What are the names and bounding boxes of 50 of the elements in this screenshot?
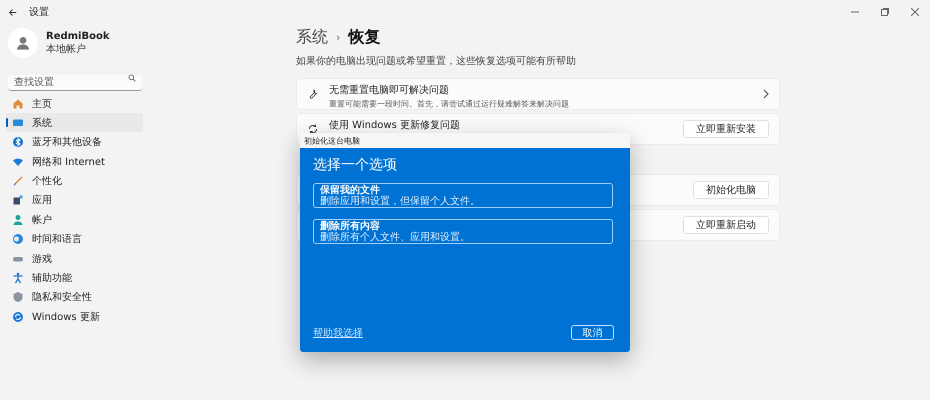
row-subtitle: 重置可能需要一段时间。首先，请尝试通过运行疑难解答来解决问题	[329, 98, 569, 110]
sidebar-item[interactable]: 系统	[6, 113, 143, 132]
sidebar-item[interactable]: 主页	[6, 94, 143, 113]
monitor-icon	[12, 116, 24, 129]
sidebar-item[interactable]: 帐户	[6, 210, 143, 230]
sidebar-item[interactable]: 隐私和安全性	[6, 288, 143, 307]
cancel-button[interactable]: 取消	[571, 325, 614, 340]
sidebar-item[interactable]: 网络和 Internet	[6, 152, 143, 172]
brush-icon	[12, 175, 24, 188]
row-button[interactable]: 立即重新启动	[683, 216, 769, 234]
option-button[interactable]: 保留我的文件 删除应用和设置，但保留个人文件。	[313, 183, 613, 208]
sidebar-item[interactable]: 应用	[6, 190, 143, 210]
row-button[interactable]: 初始化电脑	[693, 181, 769, 199]
search-field[interactable]: 查找设置	[8, 75, 142, 91]
window-title: 设置	[29, 6, 49, 19]
avatar	[8, 28, 38, 58]
settings-row[interactable]: 无需重置电脑即可解决问题 重置可能需要一段时间。首先，请尝试通过运行疑难解答来解决问题	[296, 78, 780, 110]
sidebar-item[interactable]: 辅助功能	[6, 268, 143, 288]
apps-icon	[12, 194, 24, 206]
row-title: 无需重置电脑即可解决问题	[329, 84, 450, 97]
dialog-title: 初始化这台电脑	[304, 136, 360, 146]
row-button[interactable]: 立即重新安装	[683, 120, 769, 138]
restore-icon	[881, 8, 889, 16]
close-icon	[911, 8, 919, 16]
back-icon[interactable]	[8, 8, 17, 16]
account-type: 本地帐户	[46, 42, 87, 56]
accessibility-icon	[12, 272, 24, 284]
sidebar-item[interactable]: 蓝牙和其他设备	[6, 132, 143, 152]
sidebar-item[interactable]: 时间和语言	[6, 230, 143, 249]
home-icon	[12, 98, 24, 110]
refresh-icon	[307, 123, 319, 135]
page-title: 恢复	[348, 26, 380, 48]
page-description: 如果你的电脑出现问题或希望重置，这些恢复选项可能有所帮助	[296, 54, 577, 68]
search-icon	[128, 74, 136, 82]
breadcrumb-separator: ›	[336, 30, 340, 44]
sidebar-item[interactable]: 个性化	[6, 172, 143, 191]
shield-icon	[12, 291, 24, 304]
bluetooth-icon	[12, 136, 24, 148]
sidebar-item[interactable]: Windows 更新	[6, 307, 143, 326]
profile-name: RedmiBook	[46, 30, 110, 42]
row-title: 使用 Windows 更新修复问题	[329, 118, 460, 132]
person-icon	[12, 214, 24, 226]
chevron-icon	[763, 90, 769, 98]
wifi-icon	[12, 156, 24, 168]
help-link[interactable]: 帮助我选择	[313, 326, 363, 340]
update-icon	[12, 310, 24, 323]
dialog-heading: 选择一个选项	[313, 156, 398, 174]
option-button[interactable]: 删除所有内容 删除所有个人文件、应用和设置。	[313, 219, 613, 244]
sidebar-item[interactable]: 游戏	[6, 249, 143, 268]
breadcrumb-parent[interactable]: 系统	[296, 26, 328, 48]
